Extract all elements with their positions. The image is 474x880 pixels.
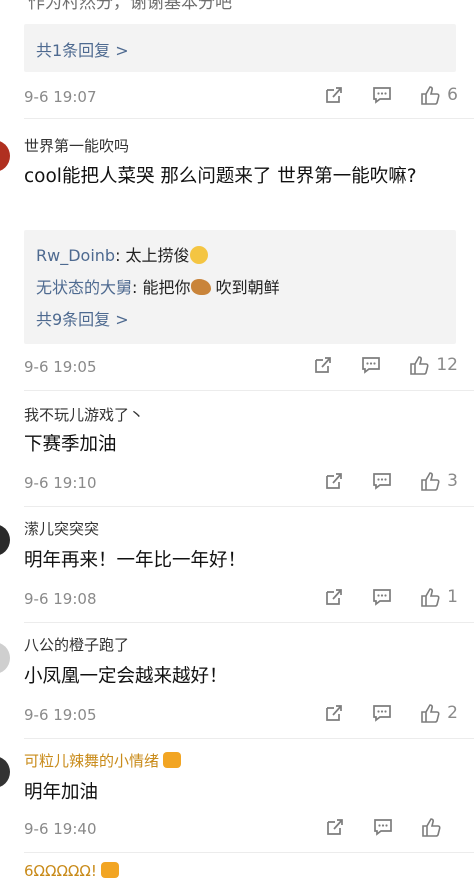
share-icon	[326, 589, 343, 605]
share-icon	[326, 705, 343, 721]
like-button[interactable]: 2	[419, 702, 458, 724]
comment-icon	[374, 819, 392, 836]
divider	[24, 738, 474, 739]
like-icon	[421, 472, 440, 491]
username[interactable]: 八公的橙子跑了	[24, 634, 129, 655]
share-button[interactable]	[324, 816, 346, 838]
comment-text: 明年再来！一年比一年好！	[24, 550, 247, 571]
comment-time: 9-6 19:10	[24, 474, 97, 492]
like-button[interactable]: 3	[419, 470, 458, 492]
username[interactable]: 潆儿突突突	[24, 518, 99, 539]
reply-author[interactable]: Rw_Doinb	[36, 246, 115, 265]
comment-actions: 1	[297, 586, 458, 608]
share-icon	[315, 357, 332, 373]
comment-text: 下赛季加油	[24, 434, 117, 455]
divider	[24, 506, 474, 507]
vip-badge-icon	[100, 862, 119, 878]
like-count: 1	[447, 587, 458, 607]
divider	[24, 852, 474, 853]
share-button[interactable]	[312, 354, 334, 376]
comment-icon	[373, 705, 392, 722]
avatar[interactable]	[0, 756, 10, 788]
username[interactable]: 6ΩΩΩΩΩ!	[24, 862, 119, 880]
comment-text: cool能把人菜哭 那么问题来了 世界第一能吹嘛?	[24, 166, 417, 187]
reply-text: : 太上捞俊	[115, 246, 190, 265]
comment-button[interactable]	[372, 816, 394, 838]
share-button[interactable]	[323, 470, 345, 492]
avatar[interactable]	[0, 140, 10, 172]
avatar[interactable]	[0, 524, 10, 556]
comment-text: 明年加油	[24, 782, 99, 803]
avatar[interactable]	[0, 642, 10, 674]
vip-badge-icon	[163, 752, 182, 768]
share-button[interactable]	[323, 84, 345, 106]
username-text: 6ΩΩΩΩΩ!	[24, 862, 97, 880]
like-icon	[421, 704, 440, 723]
comment-icon	[362, 357, 381, 374]
comment-icon	[373, 589, 392, 606]
reply-text: 吹到朝鲜	[210, 278, 280, 297]
comment-actions: 6	[297, 84, 458, 106]
share-button[interactable]	[323, 586, 345, 608]
reply-line: Rw_Doinb: 太上捞俊	[36, 242, 208, 266]
comment-button[interactable]	[360, 354, 382, 376]
like-icon	[410, 356, 429, 375]
comment-time: 9-6 19:07	[24, 88, 97, 106]
like-button[interactable]: 6	[419, 84, 458, 106]
username[interactable]: 世界第一能吹吗	[24, 135, 129, 156]
comment-actions: 2	[297, 702, 458, 724]
like-count: 3	[447, 471, 458, 491]
view-replies-link[interactable]: 共1条回复 >	[36, 37, 129, 61]
comment-icon	[373, 473, 392, 490]
share-icon	[326, 87, 343, 103]
reply-text: : 能把你	[132, 278, 191, 297]
divider	[24, 118, 474, 119]
like-count: 6	[447, 85, 458, 105]
comment-button[interactable]	[371, 702, 393, 724]
comment-time: 9-6 19:08	[24, 590, 97, 608]
share-icon	[326, 473, 343, 489]
reply-preview-box[interactable]: 共1条回复 >	[24, 24, 456, 72]
reply-preview-box[interactable]: Rw_Doinb: 太上捞俊 无状态的大舅: 能把你 吹到朝鲜 共9条回复 >	[24, 230, 456, 344]
like-button[interactable]	[420, 816, 458, 838]
like-icon	[421, 588, 440, 607]
comment-time: 9-6 19:40	[24, 820, 97, 838]
comment-actions: 3	[297, 470, 458, 492]
divider	[24, 622, 474, 623]
comment-icon	[373, 87, 392, 104]
cut-off-comment-text: 作为村然分，谢谢基本分吧	[28, 0, 232, 13]
comment-actions: 12	[286, 354, 458, 376]
like-count: 2	[447, 703, 458, 723]
reply-author[interactable]: 无状态的大舅	[36, 278, 132, 297]
like-button[interactable]: 12	[408, 354, 458, 376]
like-count: 12	[436, 355, 458, 375]
comment-time: 9-6 19:05	[24, 358, 97, 376]
username[interactable]: 可粒儿辣舞的小情绪	[24, 750, 182, 771]
comment-actions	[298, 816, 458, 838]
view-replies-link[interactable]: 共9条回复 >	[36, 306, 129, 330]
like-icon	[422, 818, 441, 837]
share-button[interactable]	[323, 702, 345, 724]
comment-text: 小凤凰一定会越来越好！	[24, 666, 228, 687]
comment-button[interactable]	[371, 586, 393, 608]
username-text: 可粒儿辣舞的小情绪	[24, 752, 160, 770]
reply-line: 无状态的大舅: 能把你 吹到朝鲜	[36, 274, 280, 298]
comment-button[interactable]	[371, 84, 393, 106]
emoji-icon	[189, 246, 208, 264]
like-icon	[421, 86, 440, 105]
divider	[24, 390, 474, 391]
username[interactable]: 我不玩儿游戏了丶	[24, 404, 144, 425]
share-icon	[327, 819, 343, 835]
comment-time: 9-6 19:05	[24, 706, 97, 724]
comment-button[interactable]	[371, 470, 393, 492]
horse-emoji-icon	[190, 279, 211, 295]
like-button[interactable]: 1	[419, 586, 458, 608]
